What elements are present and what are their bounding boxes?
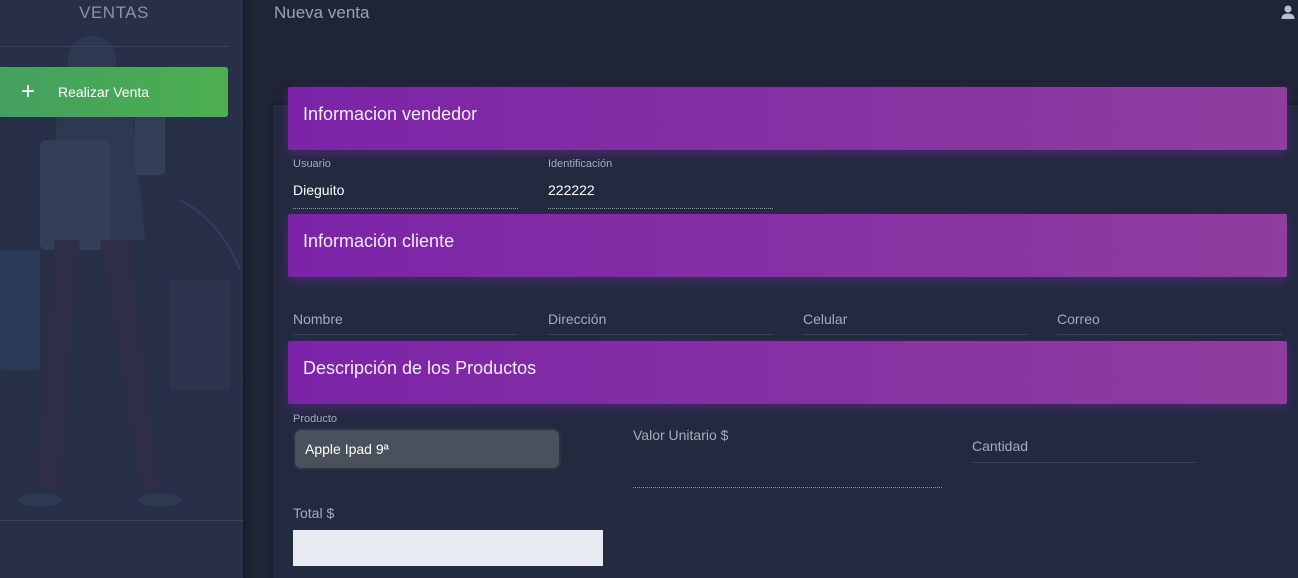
email-field-underline: [1057, 334, 1282, 335]
sidebar-divider: [0, 46, 230, 47]
quantity-field[interactable]: Cantidad: [972, 438, 1028, 454]
name-field[interactable]: Nombre: [293, 311, 343, 327]
page-title: Nueva venta: [274, 3, 370, 22]
sidebar: VENTAS + Realizar Venta: [0, 0, 243, 578]
unit-price-field-underline[interactable]: [633, 487, 942, 488]
unit-price-label: Valor Unitario $: [633, 427, 729, 443]
identification-field-underline: [548, 208, 773, 209]
user-icon[interactable]: [1280, 4, 1296, 20]
sidebar-shadow: [243, 0, 251, 578]
address-field-underline: [548, 334, 773, 335]
realizar-venta-button[interactable]: + Realizar Venta: [0, 67, 228, 117]
user-field[interactable]: Dieguito: [293, 182, 344, 198]
user-label: Usuario: [293, 158, 331, 170]
plus-icon: +: [20, 78, 35, 105]
total-label: Total $: [293, 505, 335, 521]
identification-label: Identificación: [548, 158, 613, 170]
identification-field[interactable]: 222222: [548, 182, 595, 198]
products-section-header: Descripción de los Productos: [288, 341, 1287, 404]
user-field-underline: [293, 208, 518, 209]
address-field[interactable]: Dirección: [548, 311, 606, 327]
email-field[interactable]: Correo: [1057, 311, 1100, 327]
product-select[interactable]: Apple Ipad 9ª: [293, 428, 561, 470]
sidebar-bottom-divider: [0, 520, 243, 521]
phone-field-underline: [803, 334, 1028, 335]
realizar-venta-label: Realizar Venta: [58, 84, 150, 100]
name-field-underline: [293, 334, 518, 335]
client-section-header: Información cliente: [288, 214, 1287, 277]
seller-section-header: Informacion vendedor: [288, 87, 1287, 150]
phone-field[interactable]: Celular: [803, 311, 847, 327]
product-label: Producto: [293, 413, 338, 425]
total-field[interactable]: [293, 530, 603, 566]
quantity-field-underline: [972, 462, 1196, 463]
sidebar-title: VENTAS: [79, 3, 149, 22]
